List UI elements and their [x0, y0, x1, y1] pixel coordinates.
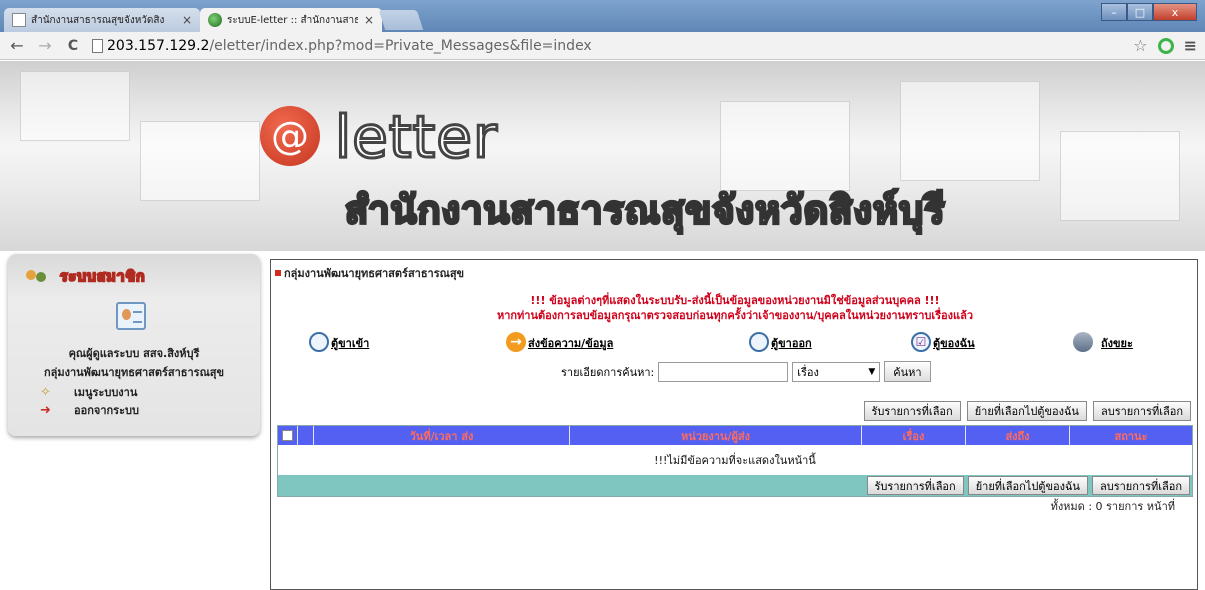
top-action-buttons: รับรายการที่เลือก ย้ายที่เลือกไปตู้ของฉั…	[858, 401, 1191, 421]
menu-icon[interactable]: ≡	[1184, 36, 1197, 55]
office-name: สำนักงานสาธารณสุขจังหวัดสิงห์บุรี	[344, 187, 946, 234]
header-spacer	[298, 426, 314, 445]
move-to-mybox-button[interactable]: ย้ายที่เลือกไปตู้ของฉัน	[967, 476, 1088, 495]
section-title-text: กลุ่มงานพัฒนายุทธศาสตร์สาธารณสุข	[284, 267, 465, 280]
chevron-down-icon: ▼	[868, 366, 876, 377]
sidebar-header: ระบบสมาชิก	[26, 266, 145, 288]
forward-button[interactable]: →	[34, 35, 56, 57]
minimize-button[interactable]: –	[1101, 3, 1127, 21]
move-to-mybox-button[interactable]: ย้ายที่เลือกไปตู้ของฉัน	[966, 401, 1087, 421]
table-header: วันที่/เวลา ส่ง หน่วยงาน/ผู้ส่ง เรื่อง ส…	[278, 426, 1192, 445]
column-header-status[interactable]: สถานะ	[1070, 426, 1192, 445]
delete-selected-button[interactable]: ลบรายการที่เลือก	[1091, 476, 1190, 495]
banner-decoration	[20, 71, 130, 141]
users-icon	[26, 268, 48, 286]
tab-title: สำนักงานสาธารณสุขจังหวัดสิง	[31, 14, 165, 26]
column-header-subject[interactable]: เรื่อง	[862, 426, 966, 445]
table-footer: รับรายการที่เลือก ย้ายที่เลือกไปตู้ของฉั…	[278, 475, 1192, 496]
nav-inbox-label[interactable]: ตู้ขาเข้า	[331, 334, 369, 352]
search-select-value: เรื่อง	[797, 365, 819, 379]
star-icon[interactable]: ☆	[1133, 36, 1147, 55]
banner-decoration	[140, 121, 260, 201]
logo-text: letter	[334, 102, 499, 173]
url-path: /eletter/index.php?mod=Private_Messages&…	[209, 37, 592, 54]
receive-selected-button[interactable]: รับรายการที่เลือก	[866, 476, 964, 495]
reload-button[interactable]: C	[62, 35, 84, 57]
logout-icon: ➜	[40, 403, 51, 418]
back-button[interactable]: ←	[6, 35, 28, 57]
column-header-sender[interactable]: หน่วยงาน/ผู้ส่ง	[570, 426, 862, 445]
nav-mybox[interactable]: ☑ ตู้ของฉัน	[911, 332, 975, 352]
extension-icon[interactable]	[1157, 37, 1174, 54]
send-icon: →	[506, 332, 526, 352]
browser-titlebar: สำนักงานสาธารณสุขจังหวัดสิง × ระบบE-lett…	[0, 0, 1205, 32]
column-header-date[interactable]: วันที่/เวลา ส่ง	[314, 426, 570, 445]
section-title: กลุ่มงานพัฒนายุทธศาสตร์สาธารณสุข	[275, 264, 464, 282]
nav-send[interactable]: → ส่งข้อความ/ข้อมูล	[506, 332, 613, 352]
user-group: กลุ่มงานพัฒนายุทธศาสตร์สาธารณสุข	[43, 366, 225, 379]
sidebar-item-label: เมนูระบบงาน	[74, 386, 138, 399]
page-icon	[12, 13, 26, 27]
member-sidebar: ระบบสมาชิก คุณผู้ดูแลระบบ สสจ.สิงห์บุรี …	[8, 254, 260, 436]
outbox-icon	[749, 332, 769, 352]
trash-icon	[1073, 332, 1093, 352]
address-bar[interactable]: 203.157.129.2/eletter/index.php?mod=Priv…	[92, 35, 1123, 57]
page-viewport: @ letter สำนักงานสาธารณสุขจังหวัดสิงห์บุ…	[0, 61, 1205, 590]
nav-inbox[interactable]: ตู้ขาเข้า	[309, 332, 369, 352]
search-button[interactable]: ค้นหา	[884, 361, 931, 382]
tab-title: ระบบE-letter :: สำนักงานสาธ	[227, 14, 358, 26]
nav-send-label[interactable]: ส่งข้อความ/ข้อมูล	[528, 334, 613, 352]
select-all-checkbox[interactable]	[282, 430, 293, 441]
messages-table: วันที่/เวลา ส่ง หน่วยงาน/ผู้ส่ง เรื่อง ส…	[277, 425, 1193, 497]
bullet-icon	[275, 270, 281, 276]
banner-decoration	[1060, 131, 1180, 221]
maximize-button[interactable]: □	[1127, 3, 1153, 21]
new-tab-button[interactable]	[378, 10, 424, 30]
tab-provincial-office[interactable]: สำนักงานสาธารณสุขจังหวัดสิง ×	[4, 8, 200, 32]
close-icon[interactable]: ×	[364, 13, 374, 27]
banner-decoration	[720, 101, 850, 191]
user-name: คุณผู้ดูแลระบบ สสจ.สิงห์บุรี	[68, 347, 200, 360]
delete-selected-button[interactable]: ลบรายการที่เลือก	[1092, 401, 1191, 421]
nav-mybox-label[interactable]: ตู้ของฉัน	[933, 334, 975, 352]
nav-outbox[interactable]: ตู้ขาออก	[749, 332, 812, 352]
pagination-info: ทั้งหมด : 0 รายการ หน้าที่	[1050, 500, 1175, 513]
close-window-button[interactable]: x	[1153, 3, 1197, 21]
search-bar: รายเอียดการค้นหา: เรื่อง ▼ ค้นหา	[561, 361, 931, 382]
column-header-recipient[interactable]: ส่งถึง	[966, 426, 1070, 445]
nav-trash[interactable]: ถังขยะ	[1073, 332, 1133, 352]
mybox-icon: ☑	[911, 332, 931, 352]
search-field-select[interactable]: เรื่อง ▼	[792, 361, 881, 382]
sidebar-title: ระบบสมาชิก	[59, 268, 146, 286]
select-all-cell	[278, 426, 298, 445]
page-icon	[92, 38, 103, 53]
empty-message: !!!ไม่มีข้อความที่จะแสดงในหน้านี้	[654, 454, 816, 467]
globe-icon	[208, 13, 222, 27]
inbox-icon	[309, 332, 329, 352]
browser-toolbar: ← → C 203.157.129.2/eletter/index.php?mo…	[0, 32, 1205, 60]
nav-trash-label[interactable]: ถังขยะ	[1101, 334, 1133, 352]
window-controls: – □ x	[1101, 3, 1197, 21]
search-input[interactable]	[658, 361, 789, 382]
banner-decoration	[900, 81, 1040, 181]
member-card-icon	[116, 302, 146, 330]
site-banner: @ letter สำนักงานสาธารณสุขจังหวัดสิงห์บุ…	[0, 61, 1205, 251]
tab-eletter[interactable]: ระบบE-letter :: สำนักงานสาธ ×	[200, 8, 382, 32]
close-icon[interactable]: ×	[182, 13, 192, 27]
sidebar-item-menu[interactable]: ✧ เมนูระบบงาน	[40, 383, 137, 401]
receive-selected-button[interactable]: รับรายการที่เลือก	[863, 401, 961, 421]
at-logo-icon: @	[260, 106, 320, 166]
messages-panel: กลุ่มงานพัฒนายุทธศาสตร์สาธารณสุข !!! ข้อ…	[270, 259, 1198, 590]
url-host: 203.157.129.2	[107, 37, 210, 54]
wrench-icon: ✧	[40, 385, 51, 400]
sidebar-item-logout[interactable]: ➜ ออกจากระบบ	[40, 401, 139, 419]
warning-text: หากท่านต้องการลบข้อมูลกรุณาตรวจสอบก่อนทุ…	[496, 309, 974, 322]
sidebar-item-label: ออกจากระบบ	[74, 404, 139, 417]
nav-outbox-label[interactable]: ตู้ขาออก	[771, 334, 812, 352]
search-label: รายเอียดการค้นหา:	[561, 365, 655, 379]
